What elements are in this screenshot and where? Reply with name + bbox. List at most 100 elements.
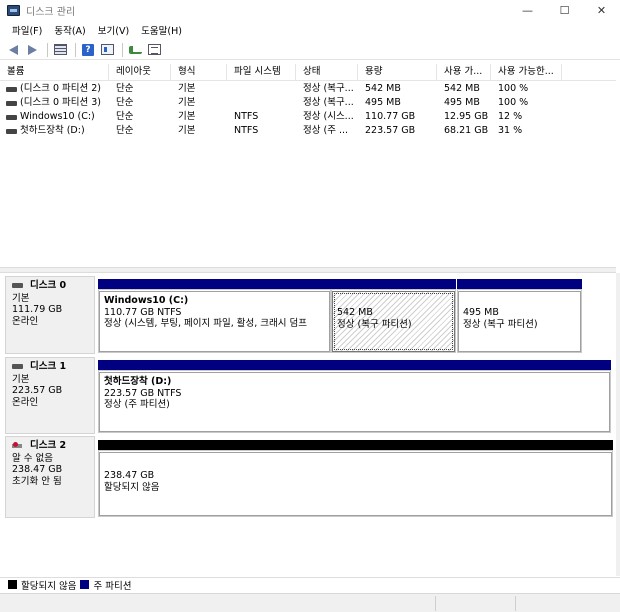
cell-status: 정상 (시스...: [303, 111, 354, 122]
partition-name: 첫하드장착 (D:): [104, 376, 172, 387]
minimize-button[interactable]: —: [509, 0, 546, 20]
column-header-layout[interactable]: 레이아웃: [109, 64, 171, 81]
partition-bar: [98, 440, 613, 450]
legend-swatch-primary: [80, 580, 90, 589]
cell-free-space: 68.21 GB: [444, 125, 489, 136]
toolbar-separator: [47, 42, 48, 57]
column-header-free-space[interactable]: 사용 가...: [437, 64, 491, 81]
partition-status: 정상 (주 파티션): [104, 399, 170, 410]
volume-icon: [6, 114, 17, 120]
close-button[interactable]: ✕: [583, 0, 620, 20]
cell-layout: 단순: [116, 83, 134, 94]
disk-0-info[interactable]: 디스크 0 기본 111.79 GB 온라인: [5, 276, 95, 354]
cell-percent-free: 100 %: [498, 97, 529, 108]
cell-free-space: 495 MB: [444, 97, 480, 108]
help-icon[interactable]: ?: [80, 42, 96, 58]
table-row[interactable]: Windows10 (C:) 단순 기본 NTFS 정상 (시스... 110.…: [0, 110, 616, 124]
toolbar-separator: [122, 42, 123, 57]
partition-status: 할당되지 않음: [104, 481, 160, 493]
cell-percent-free: 100 %: [498, 83, 529, 94]
column-header-percent-free[interactable]: 사용 가능한...: [491, 64, 562, 81]
disk-name: 디스크 0: [30, 280, 67, 291]
properties-icon[interactable]: [99, 42, 115, 58]
back-arrow-icon[interactable]: [5, 42, 21, 58]
partition-d[interactable]: 첫하드장착 (D:) 223.57 GB NTFS 정상 (주 파티션): [98, 360, 611, 433]
cell-free-space: 542 MB: [444, 83, 480, 94]
connect-icon[interactable]: [127, 42, 143, 58]
unknown-disk-icon: [12, 442, 23, 449]
table-row[interactable]: (디스크 0 파티션 3) 단순 기본 정상 (복구... 495 MB 495…: [0, 96, 616, 110]
cell-percent-free: 12 %: [498, 111, 523, 122]
partition-bar: [98, 279, 331, 289]
cell-percent-free: 31 %: [498, 125, 523, 136]
column-header-type[interactable]: 형식: [171, 64, 227, 81]
disk-graphical-view: 디스크 0 기본 111.79 GB 온라인 Windows10 (C:) 11…: [0, 273, 616, 576]
cell-filesystem: NTFS: [234, 111, 259, 122]
status-segment: [515, 596, 620, 611]
graphical-scrollbar[interactable]: [616, 273, 620, 576]
cell-type: 기본: [178, 83, 196, 94]
unallocated-space[interactable]: 238.47 GB 할당되지 않음: [98, 440, 613, 517]
status-bar: [0, 593, 620, 612]
partition-size: 223.57 GB NTFS: [104, 387, 182, 399]
title-bar: 디스크 관리 — ☐ ✕: [0, 0, 620, 20]
legend: 할당되지 않음 주 파티션: [0, 577, 620, 592]
menu-view[interactable]: 보기(V): [92, 23, 135, 37]
cell-type: 기본: [178, 111, 196, 122]
partition-size: 238.47 GB: [104, 470, 155, 481]
partition-bar: [331, 279, 456, 289]
disk-management-icon: [7, 4, 20, 16]
menu-action[interactable]: 동작(A): [48, 23, 91, 37]
cell-type: 기본: [178, 125, 196, 136]
legend-label: 주 파티션: [93, 580, 132, 592]
table-row[interactable]: 첫하드장착 (D:) 단순 기본 NTFS 정상 (주 ... 223.57 G…: [0, 124, 616, 138]
partition-recovery-1[interactable]: 542 MB 정상 (복구 파티션): [331, 279, 456, 353]
cell-capacity: 495 MB: [365, 97, 401, 108]
partition-bar: [457, 279, 582, 289]
cell-status: 정상 (복구...: [303, 97, 354, 108]
maximize-button[interactable]: ☐: [546, 0, 583, 20]
cell-volume: (디스크 0 파티션 2): [20, 83, 102, 94]
partition-status: 정상 (복구 파티션): [337, 318, 412, 330]
cell-volume: 첫하드장착 (D:): [20, 125, 85, 136]
window-title: 디스크 관리: [26, 6, 76, 18]
table-row[interactable]: (디스크 0 파티션 2) 단순 기본 정상 (복구... 542 MB 542…: [0, 82, 616, 96]
cell-status: 정상 (주 ...: [303, 125, 349, 136]
disk-status: 초기화 안 됨: [12, 475, 62, 487]
column-header-volume[interactable]: 볼륨: [0, 64, 109, 81]
disk-size: 223.57 GB: [12, 385, 63, 396]
partition-status: 정상 (시스템, 부팅, 페이지 파일, 활성, 크래시 덤프: [104, 318, 307, 329]
disk-name: 디스크 2: [30, 440, 67, 451]
cell-volume: (디스크 0 파티션 3): [20, 97, 102, 108]
cell-filesystem: NTFS: [234, 125, 259, 136]
forward-arrow-icon[interactable]: [24, 42, 40, 58]
column-header-filesystem[interactable]: 파일 시스템: [227, 64, 296, 81]
cell-free-space: 12.95 GB: [444, 111, 489, 122]
column-header-status[interactable]: 상태: [296, 64, 358, 81]
list-view-icon[interactable]: [52, 42, 68, 58]
disk-type: 기본: [12, 292, 30, 304]
window-controls: — ☐ ✕: [509, 0, 620, 20]
disk-2-info[interactable]: 디스크 2 알 수 없음 238.47 GB 초기화 안 됨: [5, 436, 95, 518]
disk-status: 온라인: [12, 396, 39, 408]
volume-icon: [6, 100, 17, 106]
disk-1-info[interactable]: 디스크 1 기본 223.57 GB 온라인: [5, 357, 95, 434]
volume-list: 볼륨 레이아웃 형식 파일 시스템 상태 용량 사용 가... 사용 가능한..…: [0, 64, 616, 267]
cell-filesystem: [227, 82, 296, 96]
column-header-capacity[interactable]: 용량: [358, 64, 437, 81]
disk-type: 기본: [12, 373, 30, 385]
disk-icon: [12, 283, 23, 289]
partition-c[interactable]: Windows10 (C:) 110.77 GB NTFS 정상 (시스템, 부…: [98, 279, 331, 353]
menu-help[interactable]: 도움말(H): [135, 23, 188, 37]
view-icon[interactable]: [146, 42, 162, 58]
disk-type: 알 수 없음: [12, 452, 53, 464]
partition-recovery-2[interactable]: 495 MB 정상 (복구 파티션): [457, 279, 582, 353]
menu-file[interactable]: 파일(F): [6, 23, 48, 37]
menu-bar: 파일(F) 동작(A) 보기(V) 도움말(H): [0, 20, 620, 39]
status-segment: [435, 596, 515, 611]
volume-icon: [6, 86, 17, 92]
legend-swatch-unallocated: [8, 580, 17, 589]
cell-capacity: 110.77 GB: [365, 111, 416, 122]
partition-size: 495 MB: [463, 307, 499, 318]
disk-size: 238.47 GB: [12, 464, 63, 475]
